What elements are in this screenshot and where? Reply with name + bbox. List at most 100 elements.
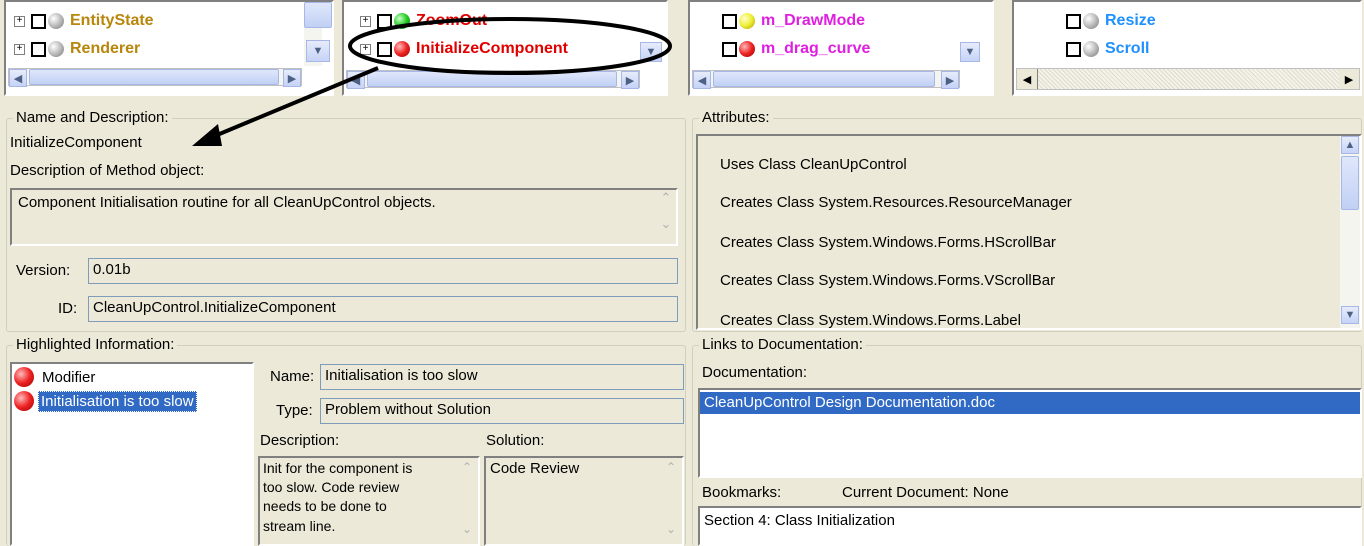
- checkbox[interactable]: [722, 41, 737, 57]
- checkbox[interactable]: [31, 13, 46, 29]
- tree-item[interactable]: + ZoomOut: [360, 10, 487, 32]
- list-item[interactable]: Creates Class System.Windows.Forms.Label: [720, 312, 1021, 328]
- list-item-selected[interactable]: CleanUpControl Design Documentation.doc: [700, 392, 1360, 414]
- version-field[interactable]: 0.01b: [88, 258, 678, 284]
- expand-icon[interactable]: +: [360, 15, 371, 27]
- list-item[interactable]: Modifier: [14, 366, 95, 388]
- scroll-thumb[interactable]: [367, 71, 617, 87]
- tree-item[interactable]: m_drag_curve: [722, 38, 870, 60]
- expand-icon[interactable]: +: [14, 15, 25, 27]
- scroll-right-button[interactable]: ▶: [621, 71, 639, 89]
- scroll-thumb[interactable]: [713, 71, 935, 87]
- scroll-right-button[interactable]: ▶: [1339, 69, 1359, 89]
- scroll-up-button[interactable]: ▲: [1341, 136, 1359, 154]
- checkbox[interactable]: [377, 41, 392, 57]
- tree-panel-1[interactable]: + EntityState + Renderer ▼ ◀ ▶: [4, 0, 334, 96]
- scroll-down-icon[interactable]: ⌄: [662, 522, 680, 536]
- description-box[interactable]: Component Initialisation routine for all…: [10, 188, 678, 246]
- scroll-left-button[interactable]: ◀: [693, 71, 711, 89]
- tree-item-label: Scroll: [1105, 40, 1150, 57]
- tree-item-label: m_drag_curve: [761, 40, 871, 57]
- checkbox[interactable]: [1066, 41, 1081, 57]
- tree-item-label: ZoomOut: [416, 12, 488, 29]
- group-title: Links to Documentation:: [699, 336, 866, 353]
- checkbox[interactable]: [1066, 13, 1081, 29]
- status-ball-icon: [48, 41, 64, 57]
- solution-label: Solution:: [486, 432, 545, 449]
- scroll-up-icon[interactable]: ⌃: [656, 190, 676, 214]
- type-label: Type:: [276, 402, 313, 419]
- highlight-description-box[interactable]: Init for the component is too slow. Code…: [258, 456, 480, 546]
- highlight-name-field[interactable]: Initialisation is too slow: [320, 364, 684, 390]
- documentation-list[interactable]: CleanUpControl Design Documentation.doc: [698, 388, 1362, 478]
- scroll-down-button[interactable]: ▼: [960, 42, 980, 62]
- scroll-down-button[interactable]: ▼: [1341, 306, 1359, 324]
- name-label: Name:: [270, 368, 315, 385]
- problem-ball-icon: [14, 367, 34, 387]
- status-ball-icon: [48, 13, 64, 29]
- status-ball-icon: [739, 41, 755, 57]
- tree-item-label: InitializeComponent: [416, 40, 568, 57]
- tree-panel-2[interactable]: + ZoomOut + InitializeComponent ▼ ◀ ▶: [342, 0, 668, 96]
- tree-item[interactable]: + InitializeComponent: [360, 38, 568, 60]
- tree-item[interactable]: m_DrawMode: [722, 10, 865, 32]
- scroll-left-button[interactable]: ◀: [347, 71, 365, 89]
- description-line: needs to be done to: [263, 498, 387, 514]
- scroll-up-icon[interactable]: ⌃: [662, 460, 680, 474]
- tree-item[interactable]: + EntityState: [14, 10, 154, 32]
- checkbox[interactable]: [377, 13, 392, 29]
- bookmark-item[interactable]: Section 4: Class Initialization: [704, 512, 895, 529]
- status-ball-icon: [394, 13, 410, 29]
- scroll-left-button[interactable]: ◀: [1017, 69, 1038, 89]
- tree-panel-4[interactable]: Resize Scroll ◀ ▶: [1012, 0, 1362, 96]
- scroll-down-icon[interactable]: ⌄: [656, 216, 676, 240]
- tree-item-label: Renderer: [70, 40, 141, 57]
- list-item[interactable]: Initialisation is too slow: [14, 390, 197, 412]
- highlighted-list[interactable]: Modifier Initialisation is too slow: [10, 362, 254, 546]
- scroll-down-button[interactable]: ▼: [640, 42, 662, 62]
- scroll-down-button[interactable]: ▼: [306, 40, 330, 62]
- scroll-down-icon[interactable]: ⌄: [458, 522, 476, 536]
- list-item[interactable]: Uses Class CleanUpControl: [720, 156, 907, 173]
- tree-item[interactable]: Resize: [1066, 10, 1156, 32]
- tree-item[interactable]: Scroll: [1066, 38, 1149, 60]
- vertical-scrollbar[interactable]: ▲ ▼: [1340, 136, 1360, 328]
- bookmarks-label: Bookmarks:: [702, 484, 782, 501]
- group-title: Name and Description:: [13, 109, 172, 126]
- scroll-thumb[interactable]: [304, 2, 332, 28]
- attributes-list[interactable]: Uses Class CleanUpControl Creates Class …: [696, 134, 1362, 330]
- documentation-item: CleanUpControl Design Documentation.doc: [704, 394, 995, 411]
- horizontal-scrollbar[interactable]: ◀ ▶: [692, 70, 960, 89]
- checkbox[interactable]: [31, 41, 46, 57]
- list-item[interactable]: Creates Class System.Windows.Forms.HScro…: [720, 234, 1056, 251]
- status-ball-icon: [394, 41, 410, 57]
- horizontal-scrollbar[interactable]: ◀ ▶: [346, 70, 640, 89]
- expand-icon[interactable]: +: [14, 43, 25, 55]
- solution-box[interactable]: Code Review ⌃ ⌄: [484, 456, 684, 546]
- problem-ball-icon: [14, 391, 34, 411]
- highlight-type-field[interactable]: Problem without Solution: [320, 398, 684, 424]
- scroll-right-button[interactable]: ▶: [941, 71, 959, 89]
- tree-panel-3[interactable]: m_DrawMode m_drag_curve ▼ ◀ ▶: [688, 0, 994, 96]
- list-item-label-selected: Initialisation is too slow: [38, 390, 197, 412]
- scroll-left-button[interactable]: ◀: [9, 69, 27, 87]
- scroll-right-button[interactable]: ▶: [283, 69, 301, 87]
- list-item[interactable]: Creates Class System.Windows.Forms.VScro…: [720, 272, 1055, 289]
- group-title: Attributes:: [699, 109, 773, 126]
- tree-item[interactable]: + Renderer: [14, 38, 140, 60]
- bookmarks-list[interactable]: Section 4: Class Initialization: [698, 506, 1362, 546]
- id-field[interactable]: CleanUpControl.InitializeComponent: [88, 296, 678, 322]
- expand-icon[interactable]: +: [360, 43, 371, 55]
- horizontal-scrollbar[interactable]: ◀ ▶: [1016, 68, 1360, 90]
- scroll-up-icon[interactable]: ⌃: [458, 460, 476, 474]
- status-ball-icon: [1083, 13, 1099, 29]
- description-label: Description of Method object:: [10, 162, 205, 179]
- scroll-thumb[interactable]: [29, 69, 279, 85]
- list-item[interactable]: Creates Class System.Resources.ResourceM…: [720, 194, 1072, 211]
- description-text: Component Initialisation routine for all…: [18, 194, 436, 211]
- vertical-scrollbar[interactable]: ⌃ ⌄: [656, 190, 676, 244]
- scroll-thumb[interactable]: [1341, 156, 1359, 210]
- horizontal-scrollbar[interactable]: ◀ ▶: [8, 68, 302, 87]
- tree-item-label: EntityState: [70, 12, 154, 29]
- checkbox[interactable]: [722, 13, 737, 29]
